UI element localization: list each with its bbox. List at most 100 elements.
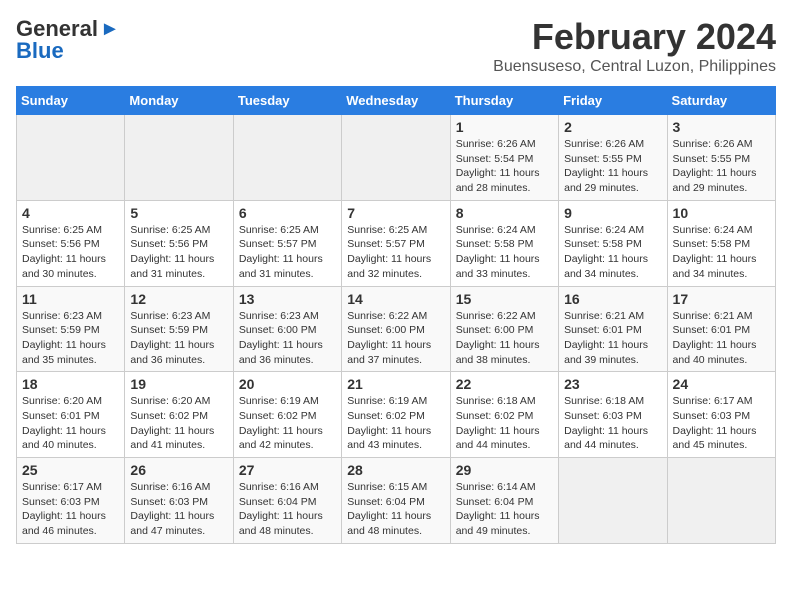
calendar-cell: 13 Sunrise: 6:23 AM Sunset: 6:00 PM Dayli…: [233, 286, 341, 372]
day-number: 23: [564, 376, 661, 392]
day-number: 4: [22, 205, 119, 221]
month-year-title: February 2024: [493, 16, 776, 58]
day-info: Sunrise: 6:25 AM Sunset: 5:56 PM Dayligh…: [22, 223, 119, 282]
calendar-cell: 4 Sunrise: 6:25 AM Sunset: 5:56 PM Daylig…: [17, 200, 125, 286]
day-number: 16: [564, 291, 661, 307]
day-info: Sunrise: 6:24 AM Sunset: 5:58 PM Dayligh…: [564, 223, 661, 282]
calendar-cell: 18Sunrise: 6:20 AM Sunset: 6:01 PM Dayli…: [17, 372, 125, 458]
calendar-cell: 16 Sunrise: 6:21 AM Sunset: 6:01 PM Dayli…: [559, 286, 667, 372]
calendar-cell: [667, 458, 775, 544]
day-info: Sunrise: 6:23 AM Sunset: 5:59 PM Dayligh…: [130, 309, 227, 368]
calendar-cell: 24Sunrise: 6:17 AM Sunset: 6:03 PM Dayli…: [667, 372, 775, 458]
calendar-week-row: 25 Sunrise: 6:17 AM Sunset: 6:03 PM Dayli…: [17, 458, 776, 544]
calendar-cell: 27 Sunrise: 6:16 AM Sunset: 6:04 PM Dayli…: [233, 458, 341, 544]
day-number: 1: [456, 119, 553, 135]
calendar-cell: [559, 458, 667, 544]
day-number: 9: [564, 205, 661, 221]
calendar-day-header: Wednesday: [342, 87, 450, 115]
calendar-cell: 15 Sunrise: 6:22 AM Sunset: 6:00 PM Dayli…: [450, 286, 558, 372]
day-number: 8: [456, 205, 553, 221]
day-number: 10: [673, 205, 770, 221]
calendar-day-header: Tuesday: [233, 87, 341, 115]
day-info: Sunrise: 6:16 AM Sunset: 6:04 PM Dayligh…: [239, 480, 336, 539]
day-number: 5: [130, 205, 227, 221]
day-number: 12: [130, 291, 227, 307]
calendar-cell: 19Sunrise: 6:20 AM Sunset: 6:02 PM Dayli…: [125, 372, 233, 458]
day-info: Sunrise: 6:19 AM Sunset: 6:02 PM Dayligh…: [239, 394, 336, 453]
day-info: Sunrise: 6:16 AM Sunset: 6:03 PM Dayligh…: [130, 480, 227, 539]
day-info: Sunrise: 6:20 AM Sunset: 6:01 PM Dayligh…: [22, 394, 119, 453]
calendar-cell: 10 Sunrise: 6:24 AM Sunset: 5:58 PM Dayli…: [667, 200, 775, 286]
day-number: 17: [673, 291, 770, 307]
page-header: General ► Blue February 2024 Buensuseso,…: [16, 16, 776, 76]
calendar-cell: 6 Sunrise: 6:25 AM Sunset: 5:57 PM Daylig…: [233, 200, 341, 286]
day-info: Sunrise: 6:25 AM Sunset: 5:57 PM Dayligh…: [239, 223, 336, 282]
calendar-day-header: Friday: [559, 87, 667, 115]
day-info: Sunrise: 6:21 AM Sunset: 6:01 PM Dayligh…: [564, 309, 661, 368]
day-info: Sunrise: 6:18 AM Sunset: 6:02 PM Dayligh…: [456, 394, 553, 453]
calendar-cell: 22 Sunrise: 6:18 AM Sunset: 6:02 PM Dayli…: [450, 372, 558, 458]
day-number: 22: [456, 376, 553, 392]
calendar-week-row: 4 Sunrise: 6:25 AM Sunset: 5:56 PM Daylig…: [17, 200, 776, 286]
day-info: Sunrise: 6:17 AM Sunset: 6:03 PM Dayligh…: [22, 480, 119, 539]
logo-arrow-icon: ►: [100, 18, 120, 41]
day-info: Sunrise: 6:25 AM Sunset: 5:57 PM Dayligh…: [347, 223, 444, 282]
calendar-cell: 14 Sunrise: 6:22 AM Sunset: 6:00 PM Dayli…: [342, 286, 450, 372]
calendar-cell: 1Sunrise: 6:26 AM Sunset: 5:54 PM Daylig…: [450, 115, 558, 201]
day-info: Sunrise: 6:26 AM Sunset: 5:55 PM Dayligh…: [673, 137, 770, 196]
day-info: Sunrise: 6:23 AM Sunset: 6:00 PM Dayligh…: [239, 309, 336, 368]
day-number: 2: [564, 119, 661, 135]
calendar-week-row: 1Sunrise: 6:26 AM Sunset: 5:54 PM Daylig…: [17, 115, 776, 201]
day-number: 26: [130, 462, 227, 478]
calendar-cell: [17, 115, 125, 201]
day-number: 27: [239, 462, 336, 478]
calendar-cell: 9 Sunrise: 6:24 AM Sunset: 5:58 PM Daylig…: [559, 200, 667, 286]
day-info: Sunrise: 6:14 AM Sunset: 6:04 PM Dayligh…: [456, 480, 553, 539]
calendar-day-header: Monday: [125, 87, 233, 115]
calendar-table: SundayMondayTuesdayWednesdayThursdayFrid…: [16, 86, 776, 544]
day-number: 15: [456, 291, 553, 307]
day-info: Sunrise: 6:18 AM Sunset: 6:03 PM Dayligh…: [564, 394, 661, 453]
day-number: 3: [673, 119, 770, 135]
calendar-body: 1Sunrise: 6:26 AM Sunset: 5:54 PM Daylig…: [17, 115, 776, 544]
day-number: 6: [239, 205, 336, 221]
calendar-cell: 2Sunrise: 6:26 AM Sunset: 5:55 PM Daylig…: [559, 115, 667, 201]
calendar-cell: [342, 115, 450, 201]
location-subtitle: Buensuseso, Central Luzon, Philippines: [493, 58, 776, 76]
calendar-cell: 26 Sunrise: 6:16 AM Sunset: 6:03 PM Dayli…: [125, 458, 233, 544]
day-info: Sunrise: 6:21 AM Sunset: 6:01 PM Dayligh…: [673, 309, 770, 368]
day-info: Sunrise: 6:19 AM Sunset: 6:02 PM Dayligh…: [347, 394, 444, 453]
calendar-cell: 7 Sunrise: 6:25 AM Sunset: 5:57 PM Daylig…: [342, 200, 450, 286]
day-info: Sunrise: 6:23 AM Sunset: 5:59 PM Dayligh…: [22, 309, 119, 368]
day-number: 29: [456, 462, 553, 478]
calendar-day-header: Saturday: [667, 87, 775, 115]
day-info: Sunrise: 6:25 AM Sunset: 5:56 PM Dayligh…: [130, 223, 227, 282]
day-number: 14: [347, 291, 444, 307]
calendar-cell: 20 Sunrise: 6:19 AM Sunset: 6:02 PM Dayli…: [233, 372, 341, 458]
calendar-cell: 12 Sunrise: 6:23 AM Sunset: 5:59 PM Dayli…: [125, 286, 233, 372]
logo-blue-text: Blue: [16, 38, 64, 64]
day-number: 7: [347, 205, 444, 221]
calendar-cell: [233, 115, 341, 201]
day-number: 24: [673, 376, 770, 392]
day-number: 25: [22, 462, 119, 478]
title-block: February 2024 Buensuseso, Central Luzon,…: [493, 16, 776, 76]
calendar-cell: 8Sunrise: 6:24 AM Sunset: 5:58 PM Daylig…: [450, 200, 558, 286]
calendar-cell: 3 Sunrise: 6:26 AM Sunset: 5:55 PM Daylig…: [667, 115, 775, 201]
day-number: 28: [347, 462, 444, 478]
calendar-day-header: Thursday: [450, 87, 558, 115]
calendar-cell: 17 Sunrise: 6:21 AM Sunset: 6:01 PM Dayli…: [667, 286, 775, 372]
day-info: Sunrise: 6:22 AM Sunset: 6:00 PM Dayligh…: [347, 309, 444, 368]
calendar-cell: 5 Sunrise: 6:25 AM Sunset: 5:56 PM Daylig…: [125, 200, 233, 286]
day-number: 20: [239, 376, 336, 392]
day-number: 13: [239, 291, 336, 307]
calendar-cell: 25 Sunrise: 6:17 AM Sunset: 6:03 PM Dayli…: [17, 458, 125, 544]
day-number: 11: [22, 291, 119, 307]
calendar-cell: 29 Sunrise: 6:14 AM Sunset: 6:04 PM Dayli…: [450, 458, 558, 544]
calendar-cell: 23 Sunrise: 6:18 AM Sunset: 6:03 PM Dayli…: [559, 372, 667, 458]
logo: General ► Blue: [16, 16, 120, 64]
day-info: Sunrise: 6:22 AM Sunset: 6:00 PM Dayligh…: [456, 309, 553, 368]
day-number: 19: [130, 376, 227, 392]
day-info: Sunrise: 6:24 AM Sunset: 5:58 PM Dayligh…: [673, 223, 770, 282]
calendar-cell: 28Sunrise: 6:15 AM Sunset: 6:04 PM Dayli…: [342, 458, 450, 544]
